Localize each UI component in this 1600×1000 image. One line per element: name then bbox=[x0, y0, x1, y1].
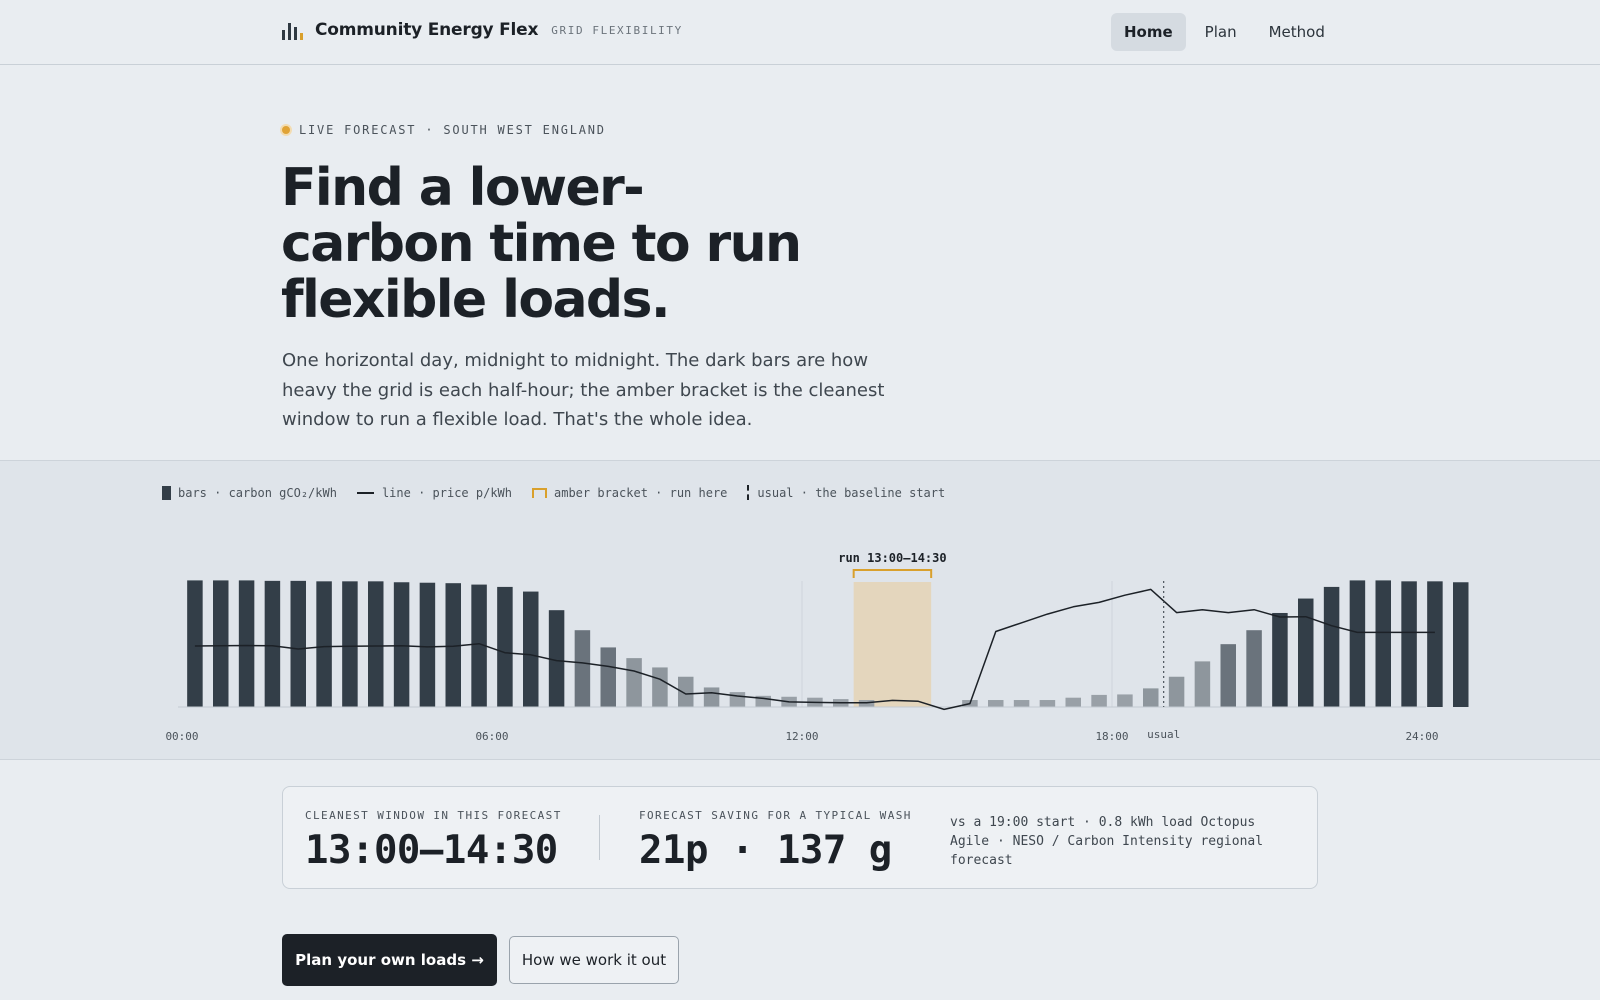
live-dot-icon bbox=[282, 126, 290, 134]
carbon-bar bbox=[1375, 580, 1391, 707]
carbon-bar bbox=[497, 586, 513, 707]
nav-method[interactable]: Method bbox=[1256, 13, 1338, 51]
plan-loads-button[interactable]: Plan your own loads → bbox=[282, 934, 497, 986]
run-window-bracket bbox=[852, 569, 933, 578]
nav-home[interactable]: Home bbox=[1111, 13, 1186, 51]
carbon-bar bbox=[574, 630, 591, 707]
carbon-bar bbox=[1298, 598, 1314, 707]
carbon-bar bbox=[1194, 661, 1211, 707]
eyebrow-text: LIVE FORECAST · SOUTH WEST ENGLAND bbox=[299, 123, 606, 137]
live-forecast-eyebrow: LIVE FORECAST · SOUTH WEST ENGLAND bbox=[282, 123, 606, 137]
carbon-bar bbox=[988, 700, 1004, 707]
carbon-bar bbox=[652, 667, 668, 707]
carbon-bar bbox=[393, 582, 410, 707]
carbon-bar bbox=[1143, 688, 1159, 707]
forecast-source-note: vs a 19:00 start · 0.8 kWh load Octopus … bbox=[950, 815, 1264, 868]
how-it-works-button[interactable]: How we work it out bbox=[509, 936, 679, 984]
hero-description: One horizontal day, midnight to midnight… bbox=[282, 350, 885, 430]
brand-tagline: GRID FLEXIBILITY bbox=[551, 23, 683, 37]
main-nav: Home Plan Method bbox=[1111, 13, 1338, 51]
carbon-bar bbox=[1272, 612, 1288, 707]
brand[interactable]: Community Energy Flex GRID FLEXIBILITY bbox=[282, 20, 683, 40]
brand-name: Community Energy Flex bbox=[315, 20, 539, 40]
carbon-bar bbox=[264, 580, 281, 707]
cleanest-window-stat: CLEANEST WINDOW IN THIS FORECAST 13:00–1… bbox=[305, 809, 562, 873]
top-nav-bar: Community Energy Flex GRID FLEXIBILITY H… bbox=[0, 0, 1600, 65]
stat-divider bbox=[599, 815, 600, 860]
carbon-bar bbox=[523, 591, 539, 707]
carbon-bar bbox=[1453, 582, 1469, 707]
forecast-chart-band: bars · carbon gCO₂/kWh line · price p/kW… bbox=[0, 460, 1600, 760]
carbon-bar bbox=[1246, 630, 1262, 707]
carbon-bar bbox=[1427, 581, 1443, 707]
carbon-bar bbox=[1168, 676, 1185, 707]
carbon-bar bbox=[213, 580, 229, 707]
carbon-bar bbox=[1323, 586, 1340, 707]
x-tick-label: 12:00 bbox=[785, 730, 818, 743]
carbon-bar bbox=[316, 581, 332, 707]
carbon-bar bbox=[1220, 644, 1236, 707]
carbon-bar bbox=[678, 676, 694, 707]
x-tick-label: 18:00 bbox=[1095, 730, 1128, 743]
carbon-bar bbox=[1091, 694, 1107, 707]
bar-chart-logo-icon bbox=[282, 20, 303, 40]
carbon-bar bbox=[1349, 580, 1366, 707]
carbon-bar bbox=[238, 580, 255, 707]
forecast-chart: run 13:00–14:30 usual 00:00 06:00 12:00 18:00… bbox=[165, 551, 1469, 743]
x-tick-label: 00:00 bbox=[165, 730, 198, 743]
carbon-bar bbox=[626, 658, 642, 707]
forecast-saving-value: 21p · 137 g bbox=[639, 828, 892, 873]
carbon-bar bbox=[858, 700, 875, 707]
carbon-bar bbox=[290, 580, 306, 707]
carbon-bar bbox=[600, 647, 616, 707]
page-title: Find a lower-carbon time to run flexible… bbox=[281, 158, 802, 330]
cleanest-window-label: CLEANEST WINDOW IN THIS FORECAST bbox=[305, 809, 562, 822]
carbon-bar bbox=[703, 687, 720, 707]
carbon-bar bbox=[548, 610, 565, 707]
nav-plan[interactable]: Plan bbox=[1192, 13, 1250, 51]
carbon-bar bbox=[368, 581, 384, 707]
usual-label: usual bbox=[1147, 728, 1180, 741]
carbon-bar bbox=[1013, 700, 1030, 707]
x-tick-label: 06:00 bbox=[475, 730, 508, 743]
forecast-summary-card: CLEANEST WINDOW IN THIS FORECAST 13:00–1… bbox=[282, 786, 1318, 889]
clean-window-highlight bbox=[853, 582, 932, 707]
carbon-bar bbox=[342, 581, 358, 707]
carbon-bar bbox=[729, 692, 746, 707]
cleanest-window-value: 13:00–14:30 bbox=[305, 828, 558, 873]
carbon-bar bbox=[419, 582, 436, 707]
carbon-bar bbox=[1117, 694, 1133, 707]
carbon-bar bbox=[187, 580, 203, 707]
x-tick-label: 24:00 bbox=[1405, 730, 1438, 743]
carbon-bar bbox=[1039, 700, 1056, 707]
carbon-bar bbox=[1401, 581, 1417, 707]
forecast-saving-label: FORECAST SAVING FOR A TYPICAL WASH bbox=[639, 809, 912, 822]
forecast-saving-stat: FORECAST SAVING FOR A TYPICAL WASH 21p ·… bbox=[639, 809, 912, 873]
run-window-label: run 13:00–14:30 bbox=[838, 551, 946, 565]
carbon-bar bbox=[1065, 697, 1081, 707]
